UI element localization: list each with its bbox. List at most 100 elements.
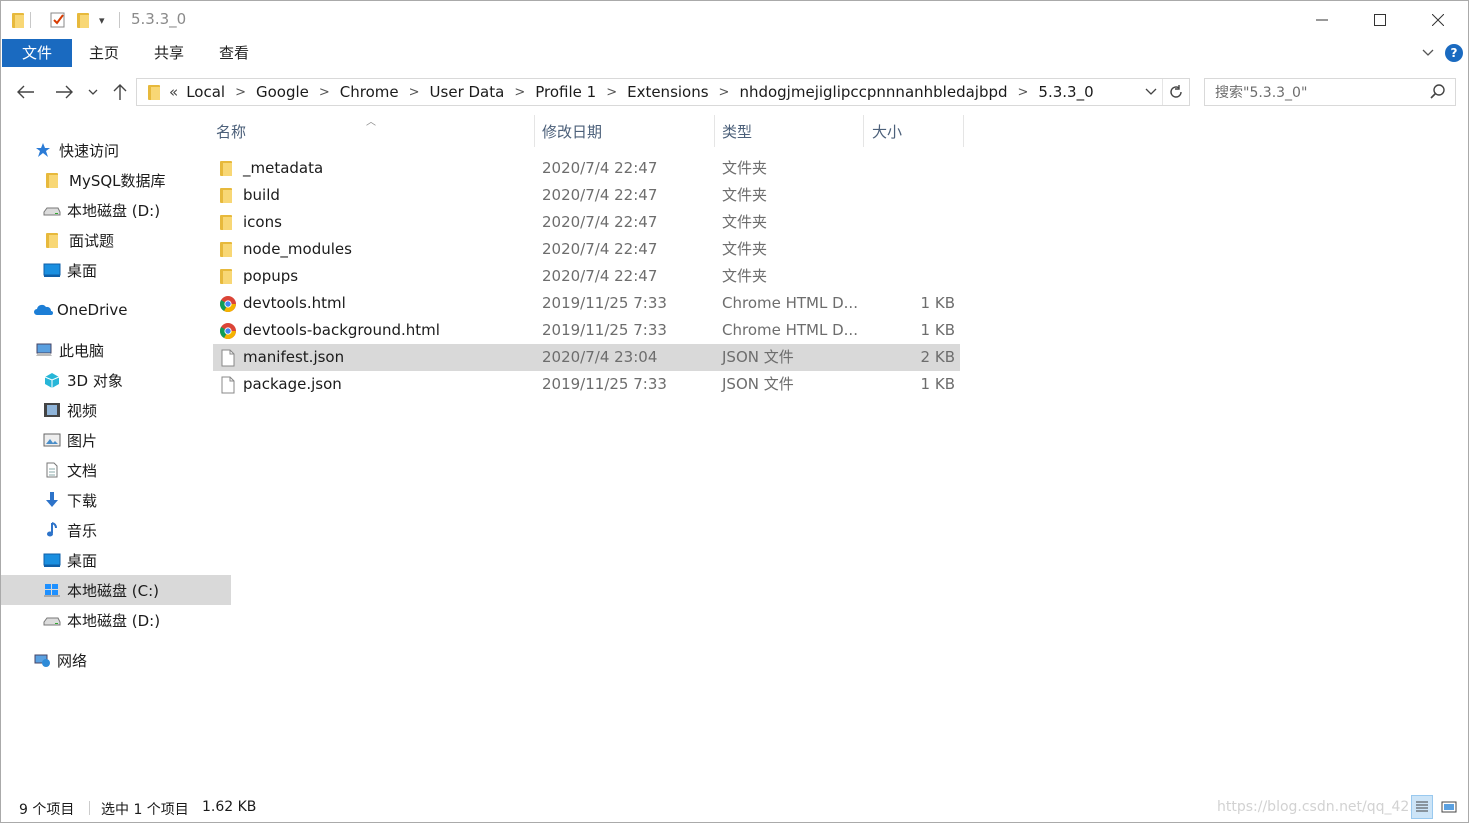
tab-file[interactable]: 文件 <box>2 39 72 67</box>
file-icon <box>219 376 237 394</box>
selected-count: 选中 1 个项目 <box>101 802 189 818</box>
cloud-icon <box>33 302 53 318</box>
sort-ascending-icon: ︿ <box>366 117 376 128</box>
folder-icon <box>147 84 161 100</box>
minimize-button[interactable] <box>1293 1 1351 39</box>
status-bar: 9 个项目 选中 1 个项目 1.62 KB https://blog.csdn… <box>1 795 1468 822</box>
search-box[interactable] <box>1204 78 1456 106</box>
windows-drive-icon <box>43 582 61 598</box>
video-icon <box>43 402 61 418</box>
star-icon <box>35 142 53 158</box>
item-count: 9 个项目 <box>19 802 75 818</box>
file-row[interactable]: _metadata 2020/7/4 22:47 文件夹 <box>213 155 960 182</box>
title-bar: ▾ 5.3.3_0 <box>1 1 1468 39</box>
forward-button[interactable] <box>53 81 75 103</box>
drive-icon <box>43 202 61 218</box>
ribbon-expand-icon[interactable] <box>1421 45 1437 61</box>
column-header-type[interactable]: 类型 <box>722 115 752 147</box>
desktop-icon <box>43 262 61 278</box>
folder-icon <box>45 232 63 248</box>
new-folder-icon[interactable] <box>76 10 90 30</box>
address-dropdown-button[interactable] <box>1141 79 1161 105</box>
breadcrumb-overflow[interactable]: « <box>169 83 178 101</box>
search-icon[interactable] <box>1429 83 1447 101</box>
file-row[interactable]: node_modules 2020/7/4 22:47 文件夹 <box>213 236 960 263</box>
column-header-size[interactable]: 大小 <box>872 115 902 147</box>
file-row[interactable]: popups 2020/7/4 22:47 文件夹 <box>213 263 960 290</box>
breadcrumb: « Local > Google > Chrome > User Data > … <box>147 79 1094 105</box>
column-header-date[interactable]: 修改日期 <box>542 115 602 147</box>
download-icon <box>43 492 61 508</box>
nav-item-quick-access[interactable]: 快速访问 <box>1 135 223 165</box>
maximize-button[interactable] <box>1351 1 1409 39</box>
network-icon <box>33 652 51 668</box>
file-icon <box>219 349 237 367</box>
folder-icon <box>76 12 90 28</box>
folder-icon <box>11 12 25 28</box>
details-view-button[interactable] <box>1411 795 1433 819</box>
file-row[interactable]: devtools-background.html 2019/11/25 7:33… <box>213 317 960 344</box>
breadcrumb-version[interactable]: 5.3.3_0 <box>1038 83 1093 101</box>
picture-icon <box>43 432 61 448</box>
nav-item-network[interactable]: 网络 <box>1 645 221 675</box>
chevron-right-icon[interactable]: > <box>719 85 730 100</box>
ribbon-tabs: 文件 主页 共享 查看 ? <box>1 39 1468 67</box>
breadcrumb-extension-id[interactable]: nhdogjmejiglipccpnnnanhbledajbpd <box>739 83 1007 101</box>
selected-size: 1.62 KB <box>202 799 257 815</box>
folder-icon <box>219 241 237 259</box>
file-row-selected[interactable]: manifest.json 2020/7/4 23:04 JSON 文件 2 K… <box>213 344 960 371</box>
folder-icon <box>219 214 237 232</box>
drive-icon <box>43 612 61 628</box>
folder-icon <box>219 187 237 205</box>
file-row[interactable]: package.json 2019/11/25 7:33 JSON 文件 1 K… <box>213 371 960 398</box>
folder-icon <box>45 172 63 188</box>
breadcrumb-extensions[interactable]: Extensions <box>627 83 708 101</box>
large-icons-view-button[interactable] <box>1438 795 1460 819</box>
explorer-window: ▾ 5.3.3_0 文件 主页 共享 查看 ? « Local > Google… <box>0 0 1469 823</box>
file-row[interactable]: devtools.html 2019/11/25 7:33 Chrome HTM… <box>213 290 960 317</box>
cube-icon <box>43 372 61 388</box>
chevron-right-icon[interactable]: > <box>409 85 420 100</box>
chevron-right-icon[interactable]: > <box>514 85 525 100</box>
back-button[interactable] <box>15 81 37 103</box>
tab-share[interactable]: 共享 <box>137 39 201 67</box>
file-row[interactable]: icons 2020/7/4 22:47 文件夹 <box>213 209 960 236</box>
chevron-right-icon[interactable]: > <box>235 85 246 100</box>
nav-item-onedrive[interactable]: OneDrive <box>1 295 221 325</box>
breadcrumb-google[interactable]: Google <box>256 83 309 101</box>
chrome-icon <box>219 295 237 313</box>
search-input[interactable] <box>1213 82 1427 104</box>
address-bar[interactable]: « Local > Google > Chrome > User Data > … <box>136 78 1190 106</box>
breadcrumb-local[interactable]: Local <box>186 83 225 101</box>
computer-icon <box>35 342 53 358</box>
breadcrumb-user-data[interactable]: User Data <box>430 83 505 101</box>
properties-icon[interactable] <box>49 10 67 30</box>
chrome-icon <box>219 322 237 340</box>
folder-icon <box>219 160 237 178</box>
music-icon <box>43 522 61 538</box>
navigation-bar: « Local > Google > Chrome > User Data > … <box>1 75 1468 109</box>
chevron-right-icon[interactable]: > <box>606 85 617 100</box>
document-icon <box>43 462 61 478</box>
refresh-button[interactable] <box>1162 79 1189 105</box>
tab-view[interactable]: 查看 <box>203 39 265 67</box>
close-button[interactable] <box>1409 1 1467 39</box>
qa-dropdown-icon[interactable]: ▾ <box>99 10 105 30</box>
navigation-pane: 快速访问 MySQL数据库 本地磁盘 (D:) 面试题 桌面 OneDrive … <box>1 115 231 785</box>
up-button[interactable] <box>109 81 131 103</box>
file-list: 名称 ︿ 修改日期 类型 大小 _metadata 2020/7/4 22:47… <box>192 115 1468 785</box>
chevron-right-icon[interactable]: > <box>1018 85 1029 100</box>
file-row[interactable]: build 2020/7/4 22:47 文件夹 <box>213 182 960 209</box>
chevron-right-icon[interactable]: > <box>319 85 330 100</box>
tab-home[interactable]: 主页 <box>73 39 135 67</box>
help-icon[interactable]: ? <box>1445 44 1463 62</box>
recent-locations-button[interactable] <box>85 81 101 103</box>
column-header-name[interactable]: 名称 <box>216 115 246 147</box>
nav-item-this-pc[interactable]: 此电脑 <box>1 335 223 365</box>
folder-icon <box>219 268 237 286</box>
desktop-icon <box>43 552 61 568</box>
breadcrumb-chrome[interactable]: Chrome <box>340 83 399 101</box>
watermark-text: https://blog.csdn.net/qq_42... <box>1217 799 1423 815</box>
breadcrumb-profile[interactable]: Profile 1 <box>535 83 596 101</box>
window-title: 5.3.3_0 <box>131 10 187 28</box>
